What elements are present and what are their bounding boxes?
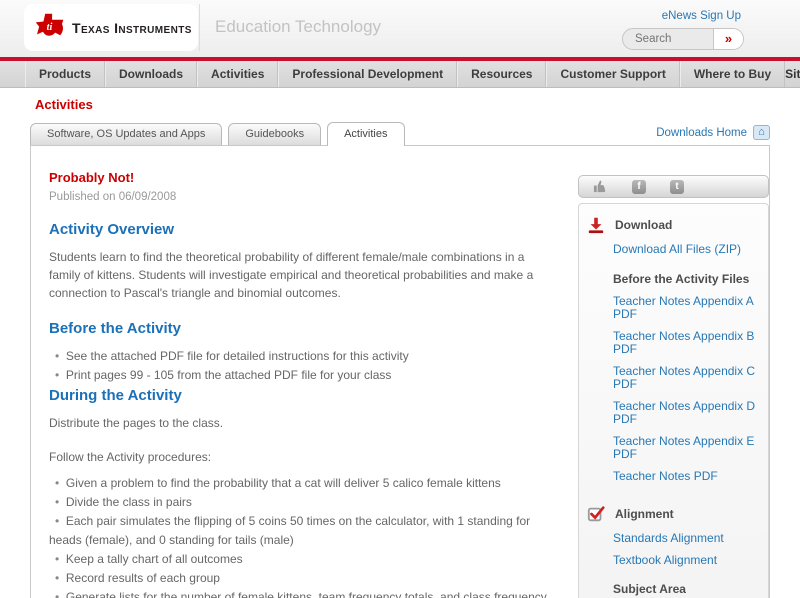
tab-guidebooks[interactable]: Guidebooks	[228, 123, 322, 145]
header-divider	[199, 4, 200, 51]
tabs-row: Software, OS Updates and Apps Guidebooks…	[30, 121, 770, 146]
list-item: Each pair simulates the flipping of 5 co…	[49, 512, 547, 550]
sidebar: f t Download Download All Files (ZIP) Be…	[578, 175, 769, 598]
social-bar: f t	[578, 175, 769, 198]
sidebar-panel: Download Download All Files (ZIP) Before…	[578, 203, 769, 598]
article-title: Probably Not!	[49, 170, 135, 185]
page-title: Activities	[35, 97, 93, 112]
list-item: Record results of each group	[49, 569, 547, 588]
file-link-appendix-b[interactable]: Teacher Notes Appendix B PDF	[613, 330, 768, 356]
download-heading: Download	[615, 218, 673, 232]
published-date: Published on 06/09/2008	[49, 191, 177, 203]
article: Probably Not! Published on 06/09/2008 Ac…	[31, 146, 547, 598]
search-input[interactable]	[623, 29, 713, 49]
during-intro-1: Distribute the pages to the class.	[49, 416, 224, 430]
checkmark-icon	[587, 506, 605, 522]
subject-area-heading: Subject Area	[613, 582, 686, 596]
list-item: Print pages 99 - 105 from the attached P…	[49, 366, 547, 385]
file-link-teacher-notes[interactable]: Teacher Notes PDF	[613, 470, 768, 483]
nav-item-resources[interactable]: Resources	[457, 61, 547, 87]
search-box: »	[622, 28, 744, 50]
file-link-appendix-a[interactable]: Teacher Notes Appendix A PDF	[613, 295, 768, 321]
section-heading-activity-overview: Activity Overview	[49, 221, 175, 238]
file-link-appendix-c[interactable]: Teacher Notes Appendix C PDF	[613, 365, 768, 391]
before-activity-list: See the attached PDF file for detailed i…	[49, 347, 547, 385]
search-button[interactable]: »	[713, 29, 743, 49]
list-item: Keep a tally chart of all outcomes	[49, 550, 547, 569]
downloads-home-link[interactable]: Downloads Home	[656, 127, 747, 139]
downloads-home: Downloads Home ⌂	[656, 125, 770, 140]
standards-alignment-link[interactable]: Standards Alignment	[613, 532, 768, 545]
nav-item-products[interactable]: Products	[25, 61, 106, 87]
file-link-appendix-d[interactable]: Teacher Notes Appendix D PDF	[613, 400, 768, 426]
brand-name: Texas Instruments	[72, 19, 192, 36]
home-icon[interactable]: ⌂	[753, 125, 770, 140]
file-link-appendix-e[interactable]: Teacher Notes Appendix E PDF	[613, 435, 768, 461]
brand-link[interactable]: ti Texas Instruments	[24, 4, 198, 51]
list-item: Given a problem to find the probability …	[49, 474, 547, 493]
list-item: See the attached PDF file for detailed i…	[49, 347, 547, 366]
facebook-icon[interactable]: f	[632, 179, 646, 194]
alignment-section: Alignment	[579, 505, 768, 523]
textbook-alignment-link[interactable]: Textbook Alignment	[613, 554, 768, 567]
during-activity-list: Given a problem to find the probability …	[49, 474, 547, 598]
nav-item-professional-development[interactable]: Professional Development	[278, 61, 458, 87]
files-heading: Before the Activity Files	[613, 272, 750, 286]
download-all-files-link[interactable]: Download All Files (ZIP)	[613, 243, 768, 256]
nav-item-activities[interactable]: Activities	[197, 61, 279, 87]
enews-signup-link[interactable]: eNews Sign Up	[662, 10, 741, 22]
twitter-icon[interactable]: t	[670, 179, 684, 194]
site-header: ti Texas Instruments Education Technolog…	[0, 0, 800, 57]
during-intro-2: Follow the Activity procedures:	[49, 450, 212, 464]
division-label: Education Technology	[215, 17, 382, 36]
overview-text: Students learn to find the theoretical p…	[49, 250, 534, 300]
svg-text:ti: ti	[47, 22, 53, 33]
main-nav: Products Downloads Activities Profession…	[0, 61, 800, 88]
alignment-heading: Alignment	[615, 507, 674, 521]
list-item: Generate lists for the number of female …	[49, 588, 547, 598]
content-box: Probably Not! Published on 06/09/2008 Ac…	[30, 145, 770, 598]
page: ti Texas Instruments Education Technolog…	[0, 0, 800, 598]
tab-activities[interactable]: Activities	[327, 122, 405, 146]
site-label: Site	[785, 67, 800, 81]
section-heading-before-activity: Before the Activity	[49, 320, 181, 337]
download-section: Download	[579, 216, 768, 234]
nav-item-customer-support[interactable]: Customer Support	[546, 61, 680, 87]
list-item: Divide the class in pairs	[49, 493, 547, 512]
ti-logo-icon: ti	[35, 13, 64, 36]
tab-software-os-updates-apps[interactable]: Software, OS Updates and Apps	[30, 123, 223, 145]
site-picker: Site US and Canada	[785, 61, 800, 87]
nav-item-where-to-buy[interactable]: Where to Buy	[679, 61, 786, 87]
nav-item-downloads[interactable]: Downloads	[105, 61, 198, 87]
like-button[interactable]	[593, 179, 608, 194]
download-icon	[588, 217, 604, 234]
thumbs-up-icon	[593, 180, 606, 193]
section-heading-during-activity: During the Activity	[49, 387, 182, 404]
